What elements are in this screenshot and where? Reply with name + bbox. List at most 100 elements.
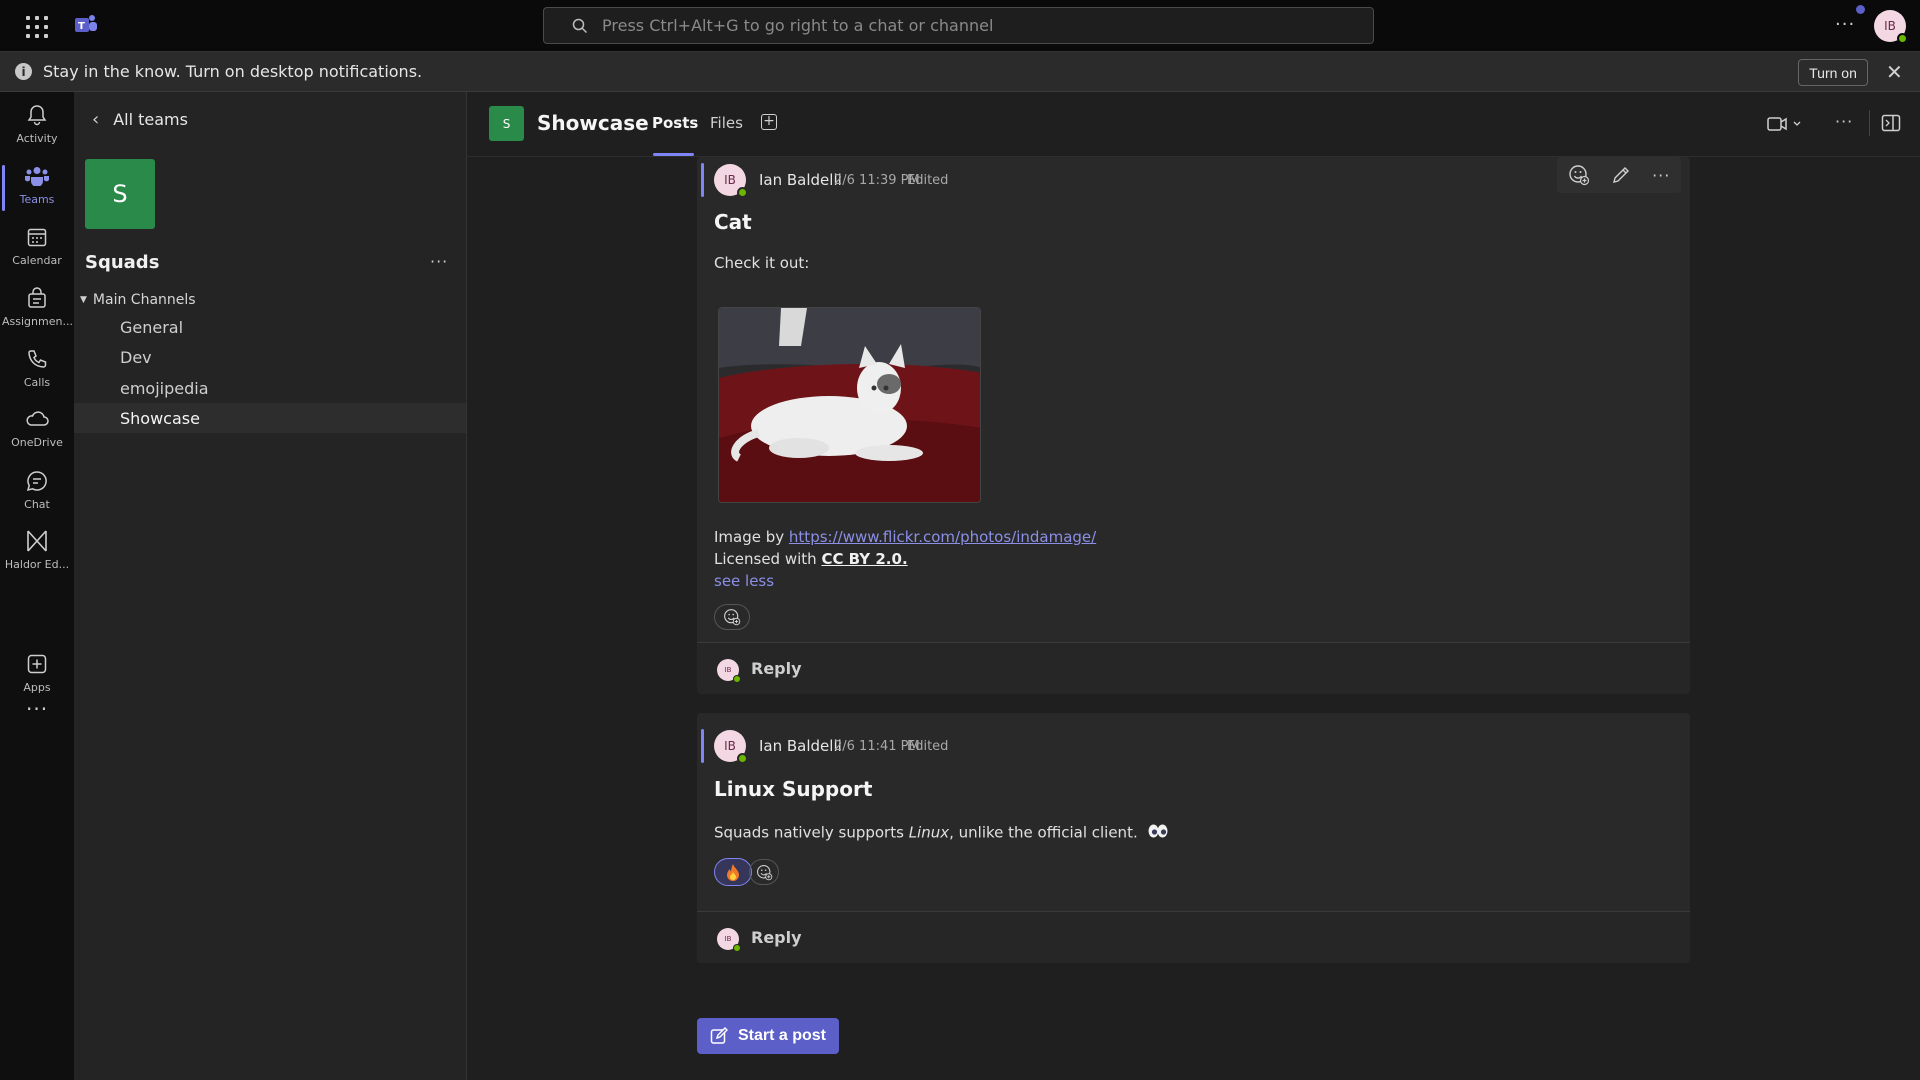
haldor-icon [24,528,50,554]
rail-label: Calendar [12,254,62,267]
channel-more-icon[interactable]: ··· [1835,112,1853,131]
unread-indicator [701,729,704,763]
chat-icon [24,468,50,494]
add-reaction-icon[interactable] [1568,164,1590,186]
notification-banner: i Stay in the know. Turn on desktop noti… [0,52,1920,92]
avatar-initials: IB [724,173,736,187]
reply-row[interactable]: IB Reply [697,642,1690,694]
credit-link[interactable]: https://www.flickr.com/photos/indamage/ [789,528,1096,546]
channel-item-emojipedia[interactable]: emojipedia [74,373,466,403]
rail-item-chat[interactable]: Chat [0,464,74,520]
body-text: , unlike the official client. [949,823,1138,842]
channel-item-dev[interactable]: Dev [74,342,466,372]
calendar-icon [24,224,50,250]
add-reaction-icon [724,609,741,626]
reply-row[interactable]: IB Reply [697,911,1690,963]
post-body: Check it out: [714,254,810,272]
rail-item-onedrive[interactable]: OneDrive [0,402,74,458]
add-app-icon [24,651,50,677]
app-launcher-icon[interactable] [26,16,48,38]
reply-label[interactable]: Reply [751,928,802,947]
add-reaction-button[interactable] [714,604,750,630]
license-prefix: Licensed with [714,550,822,568]
start-post-button[interactable]: Start a post [697,1018,839,1054]
search-icon [572,18,588,33]
rail-label: Assignmen... [2,315,72,328]
author-avatar[interactable]: IB [714,164,748,198]
rail-label: Haldor Ed... [4,558,70,571]
search-bar[interactable]: Press Ctrl+Alt+G to go right to a chat o… [543,7,1374,44]
edited-label: Edited [907,173,949,188]
avatar-initials: IB [1884,19,1896,33]
author-name[interactable]: Ian Baldelli [759,737,842,755]
post-card: ··· IB Ian Baldelli 2/6 11:39 PM Edited … [697,157,1690,694]
avatar-initials: IB [724,935,732,943]
message-actions: ··· [1557,157,1681,193]
rail-item-teams[interactable]: Teams [0,159,74,215]
bell-icon [24,102,50,128]
tab-posts[interactable]: Posts [652,114,698,132]
channel-item-showcase[interactable]: Showcase [74,403,466,433]
license-line: Licensed with CC BY 2.0. [714,550,908,568]
team-avatar: S [85,159,155,229]
add-tab-icon[interactable]: + [761,114,777,130]
rail-item-activity[interactable]: Activity [0,98,74,154]
rail-label: Chat [24,498,50,511]
tab-files[interactable]: Files [710,114,743,132]
fire-emoji-icon [727,864,739,881]
rail-label: OneDrive [11,436,63,449]
settings-more-icon[interactable]: ··· [1835,14,1855,35]
presence-available-icon [733,675,741,683]
author-name[interactable]: Ian Baldelli [759,171,842,189]
avatar-initials: IB [724,739,736,753]
channel-section-header[interactable]: ▼ Main Channels [80,292,196,308]
cat-photo[interactable] [718,307,981,503]
all-teams-link[interactable]: ‹ All teams [92,109,188,130]
notification-message: Stay in the know. Turn on desktop notifi… [43,62,423,81]
side-panel-icon[interactable] [1881,114,1901,136]
message-more-icon[interactable]: ··· [1652,166,1670,185]
team-more-icon[interactable]: ··· [430,252,448,271]
compose-icon [710,1027,728,1044]
rail-label: Activity [16,132,58,145]
license-link[interactable]: CC BY 2.0. [821,550,907,568]
reply-label[interactable]: Reply [751,659,802,678]
video-call-icon[interactable] [1767,116,1803,136]
channel-item-general[interactable]: General [74,312,466,342]
teams-icon [24,163,50,189]
close-icon[interactable]: ✕ [1886,60,1903,84]
rail-item-assignments[interactable]: Assignmen... [0,281,74,337]
reply-avatar: IB [717,928,741,952]
see-less-link[interactable]: see less [714,572,774,590]
channel-main: S Showcase Posts Files + ··· ··· IB Ian … [467,92,1920,1080]
rail-label: Calls [23,376,51,389]
team-sidebar: ‹ All teams S Squads ··· ▼ Main Channels… [74,92,467,1080]
channel-header: S Showcase Posts Files + ··· [467,92,1920,157]
avatar-initials: IB [724,666,732,674]
rail-label: Teams [19,193,55,206]
channel-avatar: S [489,106,524,141]
profile-avatar[interactable]: IB [1874,10,1908,44]
phone-icon [24,346,50,372]
presence-available-icon [737,187,748,198]
rail-item-calls[interactable]: Calls [0,342,74,398]
presence-available-icon [737,753,748,764]
author-avatar[interactable]: IB [714,730,748,764]
rail-item-apps[interactable]: Apps [0,647,74,703]
rail-item-haldor[interactable]: Haldor Ed... [0,524,74,580]
start-post-label: Start a post [737,1027,826,1044]
add-reaction-button[interactable] [749,859,779,885]
post-body: Squads natively supports Linux, unlike t… [714,823,1169,843]
header-divider [1869,110,1870,136]
add-reaction-icon [756,864,772,880]
info-icon: i [15,63,32,80]
post-card: IB Ian Baldelli 2/6 11:41 PM Edited Linu… [697,713,1690,963]
chevron-left-icon: ‹ [92,109,100,130]
rail-item-calendar[interactable]: Calendar [0,220,74,276]
fire-reaction-button[interactable] [714,858,752,886]
turn-on-button[interactable]: Turn on [1798,59,1868,86]
rail-label: Apps [23,681,51,694]
search-placeholder: Press Ctrl+Alt+G to go right to a chat o… [602,16,994,35]
app-rail: Activity Teams Calendar Assignmen... Cal… [0,92,74,1080]
edit-pencil-icon[interactable] [1611,165,1631,185]
